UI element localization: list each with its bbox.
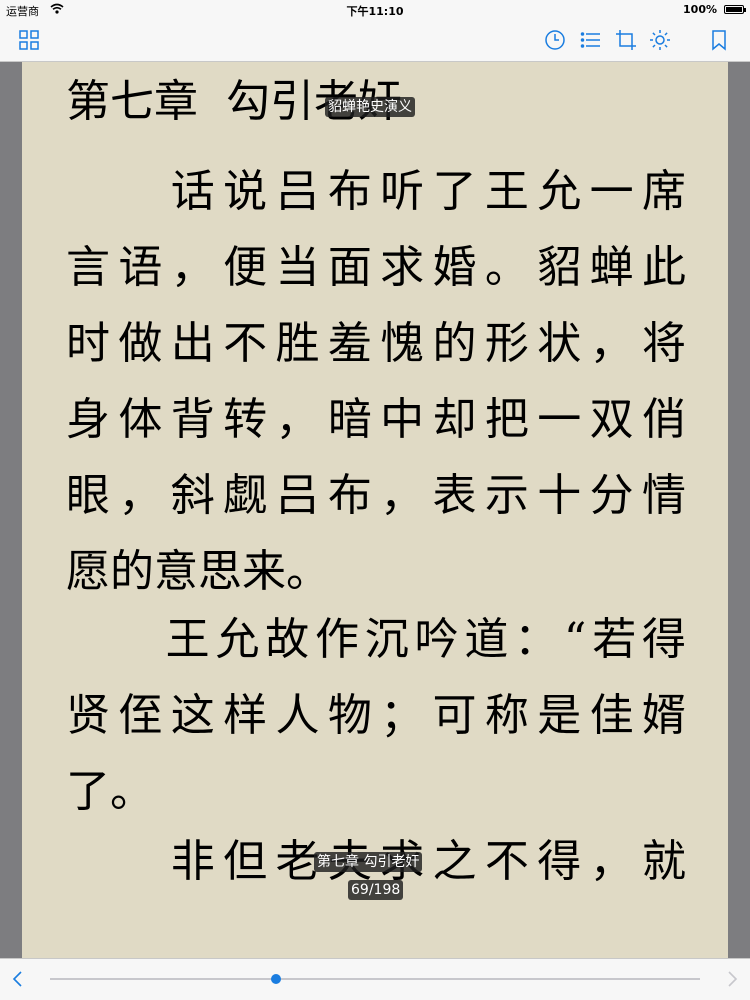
next-chapter-arrow-icon[interactable] <box>722 969 742 989</box>
battery-icon <box>724 5 746 14</box>
list-icon[interactable] <box>579 28 603 52</box>
clock-icon[interactable] <box>543 28 567 52</box>
book-title-tooltip: 貂蝉艳史演义 <box>325 97 415 117</box>
text-line: 时做出不胜羞愧的形状，将 <box>66 318 686 369</box>
text-line: 贤侄这样人物；可称是佳婿 <box>66 690 686 741</box>
battery-percent: 100% <box>683 3 717 16</box>
crop-icon[interactable] <box>614 28 638 52</box>
text-line: 眼，斜觑吕布，表示十分情 <box>66 470 686 521</box>
text-line: 话说吕布听了王允一席 <box>66 166 686 217</box>
chapter-number: 第七章 <box>66 76 198 127</box>
book-page[interactable]: 第七章 勾引老奸 貂蝉艳史演义 话说吕布听了王允一席 言语，便当面求婚。貂蝉此 时… <box>22 62 728 958</box>
grid-icon[interactable] <box>17 28 41 52</box>
reader-toolbar <box>0 20 750 62</box>
page-indicator: 69/198 <box>348 880 404 900</box>
previous-chapter-arrow-icon[interactable] <box>8 969 28 989</box>
clock-time: 下午11:10 <box>346 5 404 18</box>
bookmark-icon[interactable] <box>707 28 731 52</box>
text-line: 了。 <box>66 766 154 817</box>
text-line: 愿的意思来。 <box>66 546 330 597</box>
chapter-tooltip: 第七章 勾引老奸 <box>314 852 423 872</box>
page-slider[interactable] <box>50 974 700 984</box>
brightness-icon[interactable] <box>648 28 672 52</box>
text-line: 言语，便当面求婚。貂蝉此 <box>66 242 686 293</box>
status-bar: 运营商 下午11:10 100% <box>0 0 750 20</box>
bottom-bar <box>0 958 750 1000</box>
text-line: 身体背转，暗中却把一双俏 <box>66 394 686 445</box>
text-line: 王允故作沉吟道：“若得 <box>66 614 686 665</box>
slider-thumb[interactable] <box>271 974 282 984</box>
